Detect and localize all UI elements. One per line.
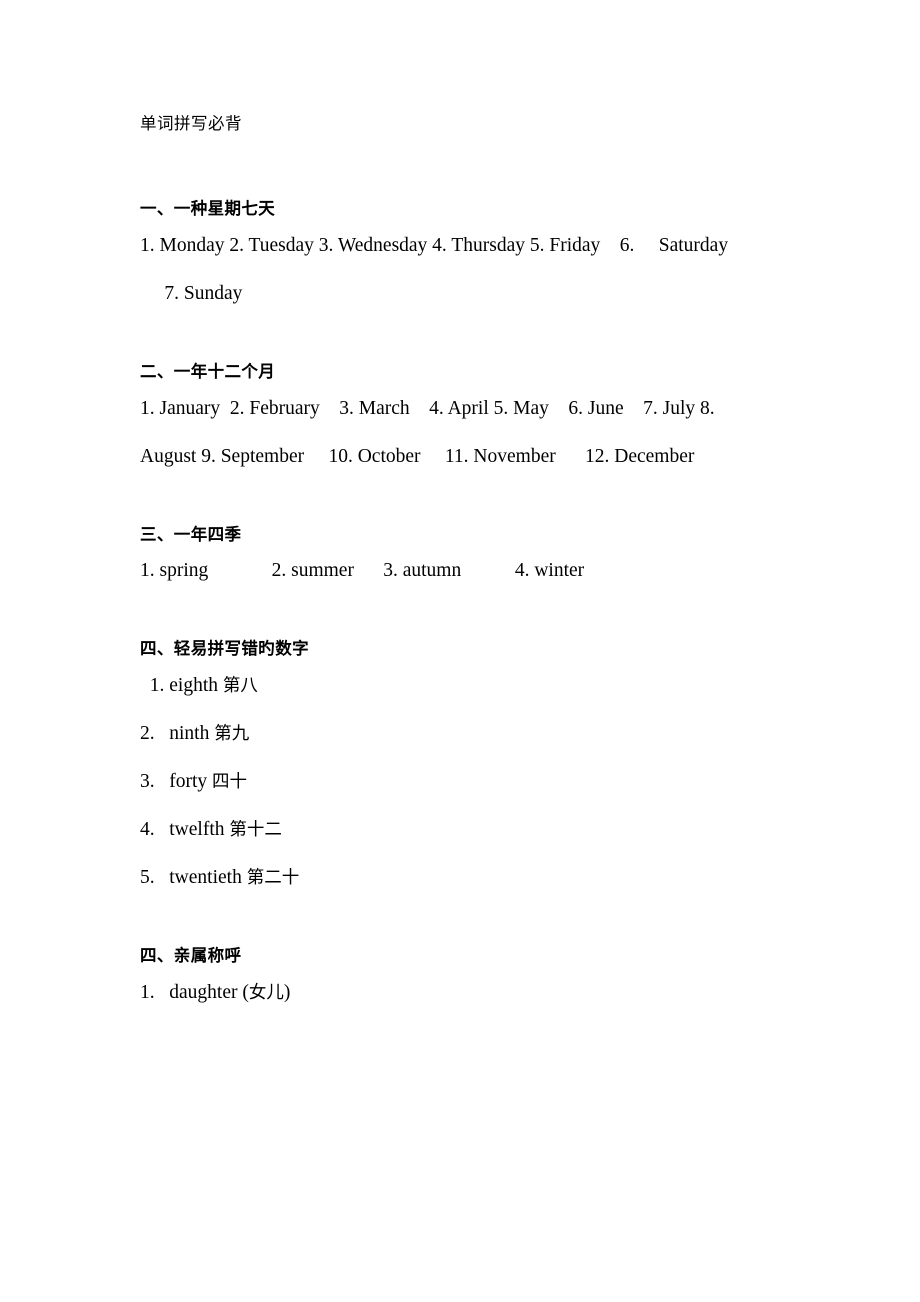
numbers-item-3-num: 3. xyxy=(140,771,155,793)
family-item-1-en: daughter ( xyxy=(154,981,249,1003)
numbers-item-3-en: forty xyxy=(154,771,213,793)
page-title: 单词拼写必背 xyxy=(140,114,242,133)
numbers-item-1-en: eighth xyxy=(164,675,223,697)
months-line-2: August 9. September 10. October 11. Nove… xyxy=(140,445,695,467)
months-line-1: 1. January 2. February 3. March 4. April… xyxy=(140,397,715,419)
numbers-item-3: 3. forty 四十 xyxy=(140,758,780,806)
section-heading-numbers: 四、轻易拼写错旳数字 xyxy=(140,639,309,659)
family-item-1: 1. daughter (女儿) xyxy=(140,969,780,1017)
section-heading-months: 二、一年十二个月 xyxy=(140,361,276,381)
weekdays-line-1: 1. Monday 2. Tuesday 3. Wednesday 4. Thu… xyxy=(140,234,729,256)
weekdays-line-2: 7. Sunday xyxy=(140,282,243,304)
numbers-item-5: 5. twentieth 第二十 xyxy=(140,854,780,902)
numbers-item-5-en: twentieth xyxy=(154,867,247,889)
numbers-item-4: 4. twelfth 第十二 xyxy=(140,806,780,854)
section-heading-seasons: 三、一年四季 xyxy=(140,524,242,544)
numbers-item-4-num: 4. xyxy=(140,819,155,841)
numbers-item-5-cn: 第二十 xyxy=(246,868,300,889)
numbers-item-5-num: 5. xyxy=(140,867,155,889)
numbers-item-1-num: 1. xyxy=(140,675,165,697)
family-item-1-suffix: ) xyxy=(283,981,291,1003)
numbers-item-1: 1. eighth 第八 xyxy=(140,662,780,710)
document-page: 单词拼写必背 一、一种星期七天 1. Monday 2. Tuesday 3. … xyxy=(0,0,920,1302)
numbers-item-3-cn: 四十 xyxy=(212,772,248,793)
numbers-item-2-cn: 第九 xyxy=(214,724,250,745)
family-item-1-num: 1. xyxy=(140,981,155,1003)
section-heading-family: 四、亲属称呼 xyxy=(140,946,242,966)
numbers-item-2: 2. ninth 第九 xyxy=(140,710,780,758)
numbers-item-2-en: ninth xyxy=(154,723,215,745)
numbers-item-1-cn: 第八 xyxy=(222,676,258,697)
seasons-line-1: 1. spring 2. summer 3. autumn 4. winter xyxy=(140,560,585,582)
family-item-1-cn: 女儿 xyxy=(248,982,284,1003)
numbers-item-2-num: 2. xyxy=(140,723,155,745)
numbers-item-4-en: twelfth xyxy=(154,819,230,841)
section-heading-weekdays: 一、一种星期七天 xyxy=(140,199,276,219)
numbers-item-4-cn: 第十二 xyxy=(229,820,282,841)
